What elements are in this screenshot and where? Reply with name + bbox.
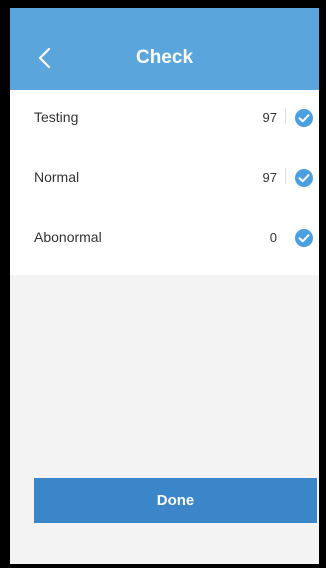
done-button[interactable]: Done bbox=[34, 478, 317, 523]
row-label: Testing bbox=[34, 109, 79, 125]
app-screen: Check Testing 97 Normal 97 Abonormal 0 D… bbox=[10, 8, 319, 564]
row-value: 97 bbox=[262, 110, 277, 125]
result-list: Testing 97 Normal 97 Abonormal 0 bbox=[10, 90, 319, 275]
row-value: 0 bbox=[269, 230, 277, 245]
list-item: Testing 97 bbox=[10, 90, 319, 150]
check-circle-icon bbox=[295, 109, 313, 127]
row-value: 97 bbox=[262, 170, 277, 185]
row-label: Abonormal bbox=[34, 229, 102, 245]
check-circle-icon bbox=[295, 229, 313, 247]
row-separator bbox=[285, 108, 286, 124]
row-label: Normal bbox=[34, 169, 80, 185]
list-item: Abonormal 0 bbox=[10, 210, 319, 270]
header-bar: Check bbox=[10, 8, 319, 90]
list-item: Normal 97 bbox=[10, 150, 319, 210]
check-circle-icon bbox=[295, 169, 313, 187]
page-title: Check bbox=[135, 47, 194, 68]
row-separator bbox=[285, 168, 286, 184]
